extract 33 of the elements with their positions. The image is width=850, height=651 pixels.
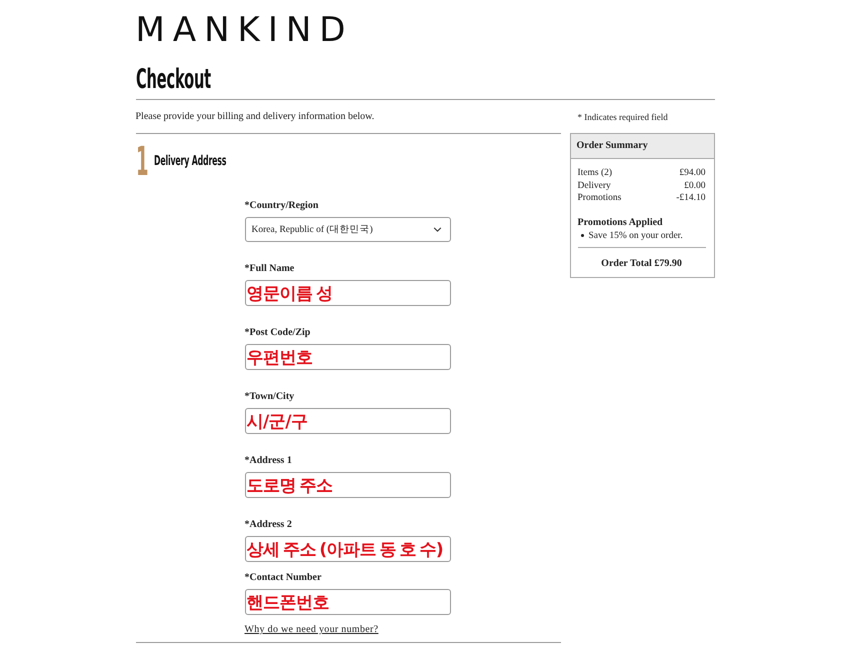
chevron-down-icon [432, 227, 442, 232]
intro-text: Please provide your billing and delivery information below. [136, 110, 374, 123]
page-title: Checkout [136, 64, 210, 96]
summary-line-label: Delivery [578, 180, 611, 192]
summary-line-amount: -£14.10 [676, 192, 706, 204]
text-input-field[interactable]: 시/군/구 [244, 408, 450, 434]
summary-line-amount: £94.00 [679, 167, 706, 180]
field-label: *Country/Region [244, 200, 318, 212]
field-label: *Address 1 [244, 455, 292, 467]
promotions-heading: Promotions Applied [578, 216, 664, 228]
step-number: 1 [136, 145, 148, 179]
summary-line-label: Items (2) [578, 167, 612, 180]
summary-line-amount: £0.00 [684, 180, 706, 192]
required-note: * Indicates required field [576, 111, 668, 123]
brand-logo: MANKIND [136, 9, 354, 48]
summary-heading: Order Summary [570, 134, 714, 159]
field-label: *Full Name [244, 263, 294, 275]
text-input-field[interactable]: 도로명 주소 [244, 472, 450, 498]
bullet-icon [580, 234, 584, 238]
field-label: *Post Code/Zip [244, 327, 310, 339]
text-input-field[interactable]: 상세 주소 (아파트 동 호 수) [244, 536, 450, 562]
field-label: *Address 2 [244, 519, 292, 531]
text-input-field[interactable]: 영문이름 성 [244, 280, 450, 306]
text-input-field[interactable]: 핸드폰번호 [244, 589, 450, 615]
order-total: Order Total £79.90 [600, 258, 683, 270]
country-select[interactable]: Korea, Republic of (대한민국) [244, 217, 450, 242]
field-label: *Contact Number [244, 572, 322, 584]
text-input-field[interactable]: 우편번호 [244, 344, 450, 370]
help-link[interactable]: Why do we need your number? [244, 624, 378, 636]
section-title: Delivery Address [154, 152, 227, 168]
promotion-text: Save 15% on your order. [588, 230, 683, 242]
summary-line-label: Promotions [578, 192, 622, 204]
field-label: *Town/City [244, 391, 294, 403]
